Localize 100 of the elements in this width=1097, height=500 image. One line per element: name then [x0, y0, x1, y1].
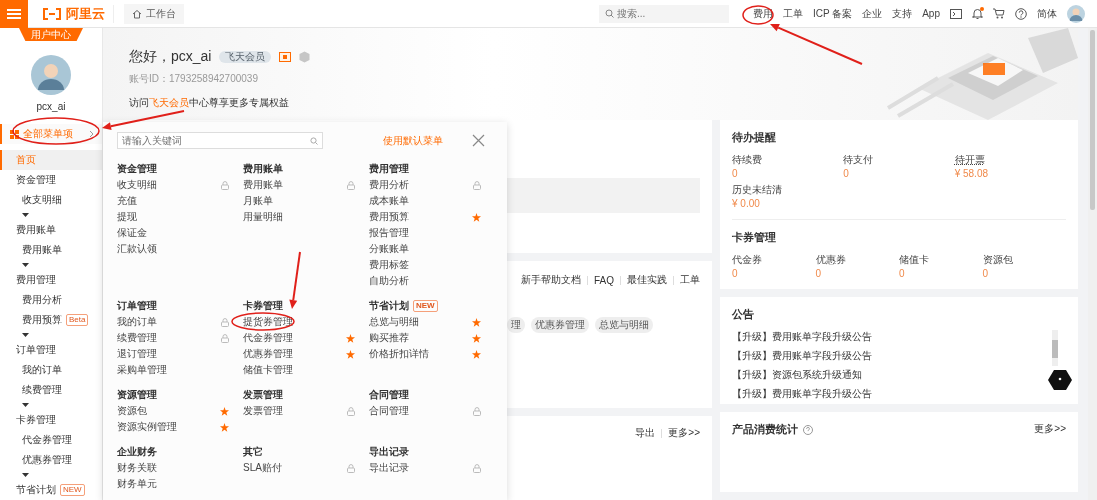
sidebar-item[interactable]: 资金管理 — [0, 170, 102, 190]
avatar-icon[interactable] — [1067, 4, 1085, 23]
card-link[interactable]: 更多>> — [668, 426, 700, 440]
sidebar-item[interactable]: 收支明细 — [0, 190, 102, 210]
menu-item[interactable]: 费用分析 — [369, 178, 409, 192]
menu-item[interactable]: 续费管理 — [117, 331, 157, 345]
menu-item[interactable]: 提现 — [117, 210, 137, 224]
menu-item[interactable]: SLA赔付 — [243, 461, 282, 475]
sidebar-item[interactable]: 续费管理 — [0, 380, 102, 400]
menu-item[interactable]: 月账单 — [243, 194, 273, 208]
bell-icon[interactable] — [972, 7, 983, 20]
menu-item[interactable]: 汇款认领 — [117, 242, 157, 256]
coupon-label: 储值卡 — [899, 253, 929, 267]
sidebar-item[interactable]: 费用账单 — [0, 220, 102, 240]
menu-item[interactable]: 财务关联 — [117, 461, 157, 475]
notice-link[interactable]: 【升级】资源包系统升级通知 — [732, 368, 1052, 382]
search-field[interactable]: 搜索... — [598, 4, 729, 23]
menu-item[interactable]: 充值 — [117, 194, 137, 208]
terminal-icon[interactable] — [950, 8, 962, 19]
lock-icon — [221, 333, 229, 343]
notice-link[interactable]: 【升级】费用账单字段升级公告 — [732, 387, 1052, 401]
sidebar-item[interactable]: 优惠券管理 — [0, 450, 102, 470]
card-link[interactable]: 导出 — [635, 426, 656, 440]
shortcut-chip[interactable]: 优惠券管理 — [531, 317, 589, 333]
menu-button[interactable] — [0, 0, 28, 28]
nav-link[interactable]: 企业 — [862, 6, 883, 21]
workbench-button[interactable]: 工作台 — [124, 3, 184, 24]
help-icon[interactable] — [803, 424, 813, 435]
section-title: 费用账单 — [243, 162, 283, 176]
todo-label: 待支付 — [843, 153, 874, 167]
sidebar-item[interactable]: 费用分析 — [0, 290, 102, 310]
caret-icon[interactable] — [22, 473, 29, 477]
menu-item[interactable]: 导出记录 — [369, 461, 409, 475]
notice-link[interactable]: 【升级】费用账单字段升级公告 — [732, 349, 1052, 363]
menu-item[interactable]: 报告管理 — [369, 226, 409, 240]
shortcut-chip[interactable]: 总览与明细 — [595, 317, 653, 333]
help-link[interactable]: 新手帮助文档 — [521, 273, 581, 287]
section-title: 导出记录 — [369, 445, 409, 459]
todo-label: 历史未结清 — [732, 183, 782, 197]
nav-link[interactable]: 工单 — [782, 6, 803, 21]
menu-item[interactable]: 退订管理 — [117, 347, 157, 361]
sidebar-item[interactable]: 费用账单 — [0, 240, 102, 260]
menu-item[interactable]: 分账账单 — [369, 242, 409, 256]
scrollbar[interactable] — [1088, 28, 1097, 500]
sidebar-item[interactable]: 费用预算 Beta — [0, 310, 102, 330]
menu-item[interactable]: 发票管理 — [243, 404, 283, 418]
language-link[interactable]: 简体 — [1037, 6, 1057, 21]
section-title: 资金管理 — [117, 162, 157, 176]
lock-icon — [221, 180, 229, 190]
sidebar-item[interactable]: 我的订单 — [0, 360, 102, 380]
menu-item[interactable]: 自助分析 — [369, 274, 409, 288]
search-field[interactable]: 请输入关键词 — [117, 132, 323, 149]
star-icon — [346, 333, 355, 343]
menu-item[interactable]: 价格折扣详情 — [369, 347, 429, 361]
sidebar-item[interactable]: 订单管理 — [0, 340, 102, 360]
menu-item[interactable]: 我的订单 — [117, 315, 157, 329]
help-link[interactable]: 工单 — [680, 273, 700, 287]
menu-item[interactable]: 采购单管理 — [117, 363, 167, 377]
caret-icon[interactable] — [22, 213, 29, 217]
menu-item[interactable]: 财务单元 — [117, 477, 157, 491]
menu-item[interactable]: 储值卡管理 — [243, 363, 293, 377]
caret-icon[interactable] — [22, 333, 29, 337]
badge: NEW — [60, 484, 85, 496]
menu-item[interactable]: 费用账单 — [243, 178, 283, 192]
assistant-icon[interactable] — [1048, 370, 1072, 390]
close-button[interactable] — [472, 134, 485, 147]
menu-item[interactable]: 用量明细 — [243, 210, 283, 224]
chevron-icon — [89, 130, 94, 138]
coupon-label: 资源包 — [982, 253, 1013, 267]
menu-item[interactable]: 成本账单 — [369, 194, 409, 208]
annotation-arrow — [289, 251, 301, 309]
cart-icon[interactable] — [993, 8, 1005, 19]
menu-item[interactable]: 总览与明细 — [369, 315, 419, 329]
help-icon[interactable] — [1015, 7, 1027, 20]
menu-item[interactable]: 费用标签 — [369, 258, 409, 272]
caret-icon[interactable] — [22, 263, 29, 267]
menu-item[interactable]: 资源实例管理 — [117, 420, 177, 434]
shortcut-chip[interactable]: 理 — [507, 317, 525, 333]
star-icon — [346, 349, 355, 359]
more-link[interactable]: 更多>> — [1034, 422, 1066, 436]
menu-item[interactable]: 购买推荐 — [369, 331, 409, 345]
menu-item[interactable]: 费用预算 — [369, 210, 409, 224]
help-link[interactable]: FAQ — [594, 274, 614, 286]
menu-item[interactable]: 合同管理 — [369, 404, 409, 418]
nav-link[interactable]: ICP 备案 — [812, 6, 853, 21]
notice-link[interactable]: 【升级】费用账单字段升级公告 — [732, 330, 1052, 344]
nav-link[interactable]: 支持 — [892, 6, 913, 21]
sidebar-item[interactable]: 费用管理 — [0, 270, 102, 290]
menu-item[interactable]: 资源包 — [117, 404, 147, 418]
menu-item[interactable]: 优惠券管理 — [243, 347, 293, 361]
sidebar-item[interactable]: 卡券管理 — [0, 410, 102, 430]
menu-item[interactable]: 代金券管理 — [243, 331, 293, 345]
nav-link[interactable]: App — [922, 8, 940, 19]
sidebar-item[interactable]: 代金券管理 — [0, 430, 102, 450]
scrollbar[interactable] — [1052, 330, 1058, 366]
menu-item[interactable]: 收支明细 — [117, 178, 157, 192]
help-link[interactable]: 最佳实践 — [627, 273, 667, 287]
caret-icon[interactable] — [22, 403, 29, 407]
sidebar-item[interactable]: 节省计划 NEW — [0, 480, 102, 500]
menu-item[interactable]: 保证金 — [117, 226, 147, 240]
